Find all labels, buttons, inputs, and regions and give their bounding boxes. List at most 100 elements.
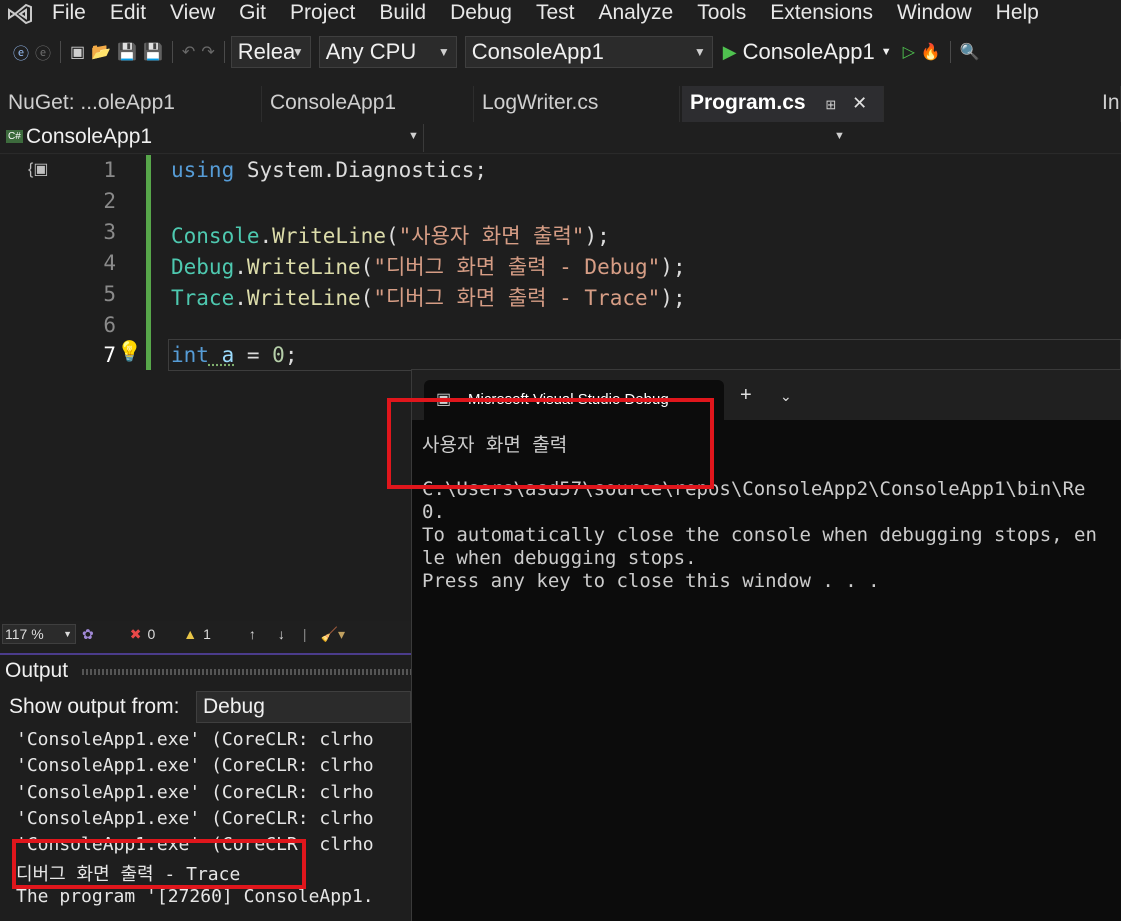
back-icon[interactable]: ⓔ <box>10 40 32 64</box>
line-number: 3 <box>103 220 116 244</box>
code-text: System.Diagnostics; <box>234 158 488 182</box>
tab-label: LogWriter.cs <box>482 91 599 114</box>
punct: . <box>259 224 273 248</box>
variable-name: a <box>208 343 235 367</box>
menu-file[interactable]: File <box>40 0 98 28</box>
arrow-down-icon[interactable]: ↓ <box>278 626 285 642</box>
menu-test[interactable]: Test <box>524 0 587 28</box>
show-output-label: Show output from: <box>9 695 180 718</box>
punct: ; <box>284 343 298 367</box>
menu-build[interactable]: Build <box>367 0 438 28</box>
menu-tools[interactable]: Tools <box>685 0 758 28</box>
copilot-icon[interactable]: ✿ <box>82 626 94 643</box>
menu-view[interactable]: View <box>158 0 227 28</box>
output-line: The program '[27260] ConsoleApp1. <box>16 886 374 907</box>
forward-icon[interactable]: ⓔ <box>32 40 54 64</box>
tab-consoleapp1[interactable]: ConsoleApp1 <box>262 86 474 122</box>
change-bar <box>146 155 151 370</box>
highlight-box <box>12 839 306 889</box>
line-number: 6 <box>103 313 116 337</box>
output-line: 'ConsoleApp1.exe' (CoreCLR: clrho <box>16 729 374 750</box>
line-number-current: 7 <box>103 343 116 367</box>
code-line-4: Debug.WriteLine("디버그 화면 출력 - Debug"); <box>171 251 686 281</box>
new-project-icon[interactable]: ▣ <box>67 42 88 62</box>
tab-label: Program.cs <box>690 91 806 114</box>
punct: ); <box>660 286 686 310</box>
start-debugging-button[interactable]: ▶ ConsoleApp1 ▼ <box>723 39 892 65</box>
warning-icon[interactable]: ▲ <box>183 626 197 642</box>
chevron-down-icon: ▼ <box>291 45 304 59</box>
chevron-down-icon: ▼ <box>693 45 706 59</box>
code-line-1: using System.Diagnostics; <box>171 158 487 182</box>
tab-program[interactable]: Program.cs ⊞ ✕ <box>682 86 884 122</box>
scope-value: ConsoleApp1 <box>26 125 153 148</box>
configuration-combo[interactable]: Relea ▼ <box>230 36 311 68</box>
output-source-combo[interactable]: Debug <box>196 691 411 723</box>
menu-bar: File Edit View Git Project Build Debug T… <box>0 0 1121 28</box>
new-tab-icon[interactable]: + <box>740 384 752 407</box>
find-in-files-icon[interactable]: 🔍 <box>957 42 983 62</box>
method-name: WriteLine <box>246 255 361 279</box>
chevron-down-icon: ▼ <box>408 130 419 142</box>
punct: ( <box>360 255 374 279</box>
console-line: le when debugging stops. <box>422 547 697 569</box>
number-literal: 0 <box>272 343 285 367</box>
string-literal: "디버그 화면 출력 - Trace" <box>373 286 661 310</box>
play-icon: ▶ <box>722 41 737 62</box>
save-all-icon[interactable]: 💾 <box>140 42 166 62</box>
tab-overflow[interactable]: In <box>1096 86 1121 122</box>
menu-window[interactable]: Window <box>885 0 984 28</box>
string-literal: "디버그 화면 출력 - Debug" <box>373 255 661 279</box>
menu-project[interactable]: Project <box>278 0 367 28</box>
tab-logwriter[interactable]: LogWriter.cs <box>474 86 680 122</box>
document-tabs: NuGet: ...oleApp1 ConsoleApp1 LogWriter.… <box>0 86 1121 122</box>
member-combo[interactable]: ▼ <box>426 124 850 152</box>
chevron-down-icon[interactable]: ⌄ <box>780 388 792 405</box>
punct: ( <box>385 224 399 248</box>
chevron-down-icon: ▼ <box>437 45 450 59</box>
open-folder-icon[interactable]: 📂 <box>88 42 114 62</box>
code-line-7: int a = 0; <box>171 343 297 367</box>
toolbar: ⓔ ⓔ ▣ 📂 💾 💾 ↶ ↷ Relea ▼ Any CPU ▼ Consol… <box>0 30 1121 74</box>
line-number: 4 <box>103 251 116 275</box>
run-label: ConsoleApp1 <box>742 39 875 64</box>
startup-project-combo[interactable]: ConsoleApp1 ▼ <box>464 36 713 68</box>
keyword: using <box>171 158 235 182</box>
zoom-value: 117 % <box>5 626 44 642</box>
save-icon[interactable]: 💾 <box>114 42 140 62</box>
menu-git[interactable]: Git <box>227 0 278 28</box>
close-icon[interactable]: ✕ <box>852 93 867 113</box>
redo-icon[interactable]: ↷ <box>198 42 217 62</box>
menu-analyze[interactable]: Analyze <box>586 0 685 28</box>
arrow-up-icon[interactable]: ↑ <box>249 626 256 642</box>
output-line: 'ConsoleApp1.exe' (CoreCLR: clrho <box>16 808 374 829</box>
undo-icon[interactable]: ↶ <box>179 42 198 62</box>
platform-combo[interactable]: Any CPU ▼ <box>318 36 457 68</box>
cleanup-icon[interactable]: 🧹▾ <box>321 626 345 643</box>
line-number: 5 <box>103 282 116 306</box>
punct: ); <box>660 255 686 279</box>
scope-combo[interactable]: C# ConsoleApp1 ▼ <box>0 124 424 152</box>
chevron-down-icon: ▼ <box>63 629 72 639</box>
menu-extensions[interactable]: Extensions <box>758 0 885 28</box>
zoom-combo[interactable]: 117 % ▼ <box>2 624 76 644</box>
start-without-debugging-icon[interactable]: ▷ <box>900 42 918 62</box>
tab-label: NuGet: ...oleApp1 <box>8 91 175 114</box>
error-icon[interactable]: ✖ <box>130 626 142 643</box>
console-line: 0. <box>422 501 445 523</box>
visual-studio-logo-icon[interactable] <box>0 0 40 28</box>
menu-edit[interactable]: Edit <box>98 0 158 28</box>
menu-help[interactable]: Help <box>984 0 1051 28</box>
hot-reload-icon[interactable]: 🔥 <box>918 42 944 62</box>
keyword: int <box>171 343 209 367</box>
pin-icon[interactable]: ⊞ <box>825 97 836 112</box>
class-name: Console <box>171 224 260 248</box>
code-map-icon[interactable]: {▣ <box>28 159 48 179</box>
csharp-icon: C# <box>6 130 23 143</box>
tab-nuget[interactable]: NuGet: ...oleApp1 <box>0 86 262 122</box>
panel-grip[interactable] <box>82 669 411 675</box>
divider: | <box>302 626 307 642</box>
menu-debug[interactable]: Debug <box>438 0 524 28</box>
lightbulb-icon[interactable]: 💡 <box>117 339 142 364</box>
output-line: 'ConsoleApp1.exe' (CoreCLR: clrho <box>16 755 374 776</box>
